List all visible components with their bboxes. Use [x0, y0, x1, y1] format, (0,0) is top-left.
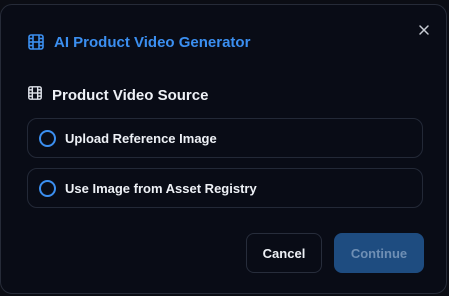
cancel-button[interactable]: Cancel: [246, 233, 322, 273]
close-icon: [418, 24, 430, 36]
film-icon: [27, 85, 43, 106]
option-label: Upload Reference Image: [65, 130, 217, 146]
section-title: Product Video Source: [52, 87, 209, 104]
radio-button[interactable]: [39, 129, 56, 147]
radio-button[interactable]: [39, 179, 56, 197]
option-label: Use Image from Asset Registry: [65, 180, 257, 196]
close-button[interactable]: [415, 21, 433, 39]
dialog-title: AI Product Video Generator: [54, 33, 251, 51]
continue-button[interactable]: Continue: [334, 233, 424, 273]
dialog-header: AI Product Video Generator: [27, 33, 250, 51]
section-header: Product Video Source: [27, 85, 208, 106]
film-icon: [27, 33, 45, 51]
option-upload-reference-image[interactable]: Upload Reference Image: [27, 118, 423, 158]
video-generator-dialog: AI Product Video Generator Product Video…: [0, 4, 447, 294]
option-asset-registry-image[interactable]: Use Image from Asset Registry: [27, 168, 423, 208]
